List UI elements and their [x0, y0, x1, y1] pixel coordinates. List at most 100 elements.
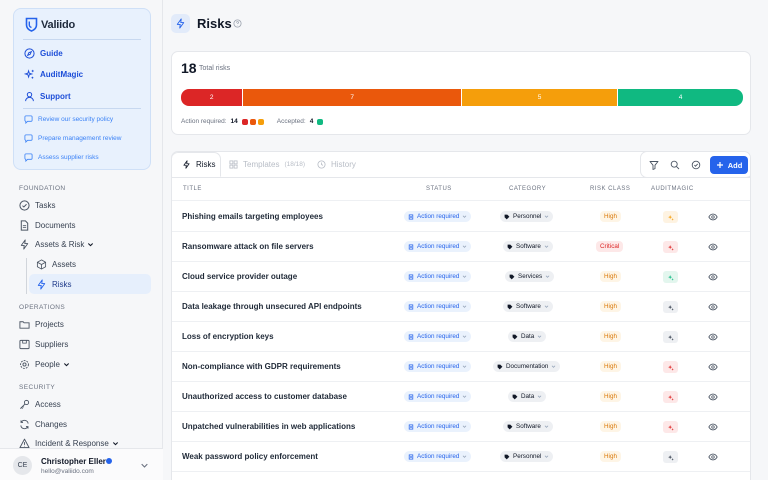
status-badge[interactable]: Action required — [404, 301, 472, 312]
category-badge[interactable]: Personnel — [500, 451, 554, 462]
status-badge[interactable]: Action required — [404, 241, 472, 252]
suggestion-link[interactable]: Assess supplier risks — [24, 153, 99, 162]
help-icon[interactable] — [233, 19, 242, 28]
sidebar-item-documents[interactable]: Documents — [19, 220, 75, 231]
tab-history[interactable]: History — [317, 152, 356, 177]
column-header-title: TITLE — [183, 186, 202, 192]
category-badge[interactable]: Services — [505, 271, 555, 282]
eye-icon[interactable] — [708, 452, 718, 462]
auditmagic-button[interactable] — [663, 301, 678, 313]
sidebar-item-people[interactable]: People — [19, 359, 70, 370]
category-badge[interactable]: Software — [503, 421, 553, 432]
risk-bar-segment[interactable]: 2 — [181, 89, 244, 106]
chevron-down-icon[interactable] — [140, 461, 149, 470]
card-nav-guide[interactable]: Guide — [24, 48, 63, 59]
risk-bar-segment[interactable]: 4 — [618, 89, 743, 106]
filter-icon[interactable] — [649, 160, 659, 170]
table-row[interactable]: Data leakage through unsecured API endpo… — [172, 292, 750, 322]
auditmagic-button[interactable] — [663, 271, 678, 283]
suggestion-link[interactable]: Review our security policy — [24, 115, 113, 124]
status-badge[interactable]: Action required — [404, 391, 472, 402]
eye-icon[interactable] — [708, 242, 718, 252]
sidebar-item-label: Access — [35, 400, 61, 409]
sidebar-item-risks[interactable]: Risks — [36, 279, 72, 290]
category-badge[interactable]: Documentation — [493, 361, 561, 372]
status-badge[interactable]: Action required — [404, 331, 472, 342]
auditmagic-button[interactable] — [663, 421, 678, 433]
status-badge[interactable]: Action required — [404, 421, 472, 432]
risk-title[interactable]: Phishing emails targeting employees — [182, 212, 323, 221]
risk-title[interactable]: Unauthorized access to customer database — [182, 392, 347, 401]
sidebar-item-changes[interactable]: Changes — [19, 419, 67, 430]
risk-title[interactable]: Non-compliance with GDPR requirements — [182, 362, 341, 371]
table-row[interactable]: Loss of encryption keys Action required Da… — [172, 322, 750, 352]
suppliers-icon — [19, 339, 30, 350]
risk-title[interactable]: Loss of encryption keys — [182, 332, 274, 341]
status-badge[interactable]: Action required — [404, 211, 472, 222]
eye-icon[interactable] — [708, 362, 718, 372]
risk-class-badge: Critical — [596, 241, 624, 252]
auditmagic-button[interactable] — [663, 331, 678, 343]
sidebar-item-tasks[interactable]: Tasks — [19, 200, 55, 211]
table-row[interactable]: Unpatched vulnerabilities in web applica… — [172, 412, 750, 442]
eye-icon[interactable] — [708, 302, 718, 312]
eye-icon[interactable] — [708, 212, 718, 222]
category-badge[interactable]: Data — [508, 331, 547, 342]
medium-dot — [257, 118, 264, 125]
category-label: Data — [521, 393, 535, 400]
user-menu[interactable]: CE Christopher Eller hello@valiido.com — [0, 448, 163, 480]
auditmagic-button[interactable] — [663, 241, 678, 253]
risk-bar-segment[interactable]: 5 — [461, 89, 619, 106]
table-row[interactable]: Ransomware attack on file servers Action … — [172, 232, 750, 262]
auditmagic-button[interactable] — [663, 211, 678, 223]
sparkles-icon — [667, 334, 674, 341]
eye-icon[interactable] — [708, 332, 718, 342]
status-badge[interactable]: Action required — [404, 361, 472, 372]
category-badge[interactable]: Software — [503, 241, 553, 252]
category-badge[interactable]: Software — [503, 301, 553, 312]
logo[interactable]: Valiido — [25, 17, 75, 32]
add-button[interactable]: Add — [710, 156, 748, 174]
auditmagic-button[interactable] — [663, 361, 678, 373]
sparkles-icon — [24, 69, 35, 80]
category-badge[interactable]: Data — [508, 391, 547, 402]
shield-logo-icon — [25, 17, 38, 32]
status-filter-icon[interactable] — [691, 160, 701, 170]
total-risks-count: 18 — [181, 60, 197, 76]
sidebar-item-access[interactable]: Access — [19, 399, 61, 410]
search-icon[interactable] — [670, 160, 680, 170]
chevron-down-icon — [462, 274, 467, 279]
table-row[interactable]: Non-compliance with GDPR requirements Act… — [172, 352, 750, 382]
card-nav-auditmagic[interactable]: AuditMagic — [24, 69, 83, 80]
sidebar-item-label: Incident & Response — [35, 439, 109, 448]
table-row[interactable]: Unauthorized access to customer database… — [172, 382, 750, 412]
chevron-down-icon — [544, 214, 549, 219]
table-row[interactable]: Phishing emails targeting employees Actio… — [172, 202, 750, 232]
category-badge[interactable]: Personnel — [500, 211, 554, 222]
sidebar-item-projects[interactable]: Projects — [19, 319, 64, 330]
sidebar-item-suppliers[interactable]: Suppliers — [19, 339, 68, 350]
risk-title[interactable]: Weak password policy enforcement — [182, 452, 318, 461]
tab-templates[interactable]: Templates (18/18) — [229, 152, 305, 177]
tab-risks[interactable]: Risks — [172, 152, 221, 177]
eye-icon[interactable] — [708, 422, 718, 432]
status-badge[interactable]: Action required — [404, 451, 472, 462]
tag-icon — [507, 244, 513, 250]
risk-bar-segment[interactable]: 7 — [243, 89, 462, 106]
risk-title[interactable]: Cloud service provider outage — [182, 272, 297, 281]
table-row[interactable]: Weak password policy enforcement Action r… — [172, 442, 750, 472]
risk-title[interactable]: Unpatched vulnerabilities in web applica… — [182, 422, 355, 431]
chevron-down-icon — [462, 304, 467, 309]
risk-title[interactable]: Ransomware attack on file servers — [182, 242, 314, 251]
eye-icon[interactable] — [708, 272, 718, 282]
risk-title[interactable]: Data leakage through unsecured API endpo… — [182, 302, 362, 311]
sidebar-item-assets-risk[interactable]: Assets & Risk — [19, 239, 94, 250]
status-badge[interactable]: Action required — [404, 271, 472, 282]
auditmagic-button[interactable] — [663, 391, 678, 403]
suggestion-link[interactable]: Prepare management review — [24, 134, 121, 143]
eye-icon[interactable] — [708, 392, 718, 402]
sidebar-item-assets[interactable]: Assets — [36, 259, 76, 270]
table-row[interactable]: Cloud service provider outage Action requ… — [172, 262, 750, 292]
card-nav-support[interactable]: Support — [24, 91, 71, 102]
auditmagic-button[interactable] — [663, 451, 678, 463]
